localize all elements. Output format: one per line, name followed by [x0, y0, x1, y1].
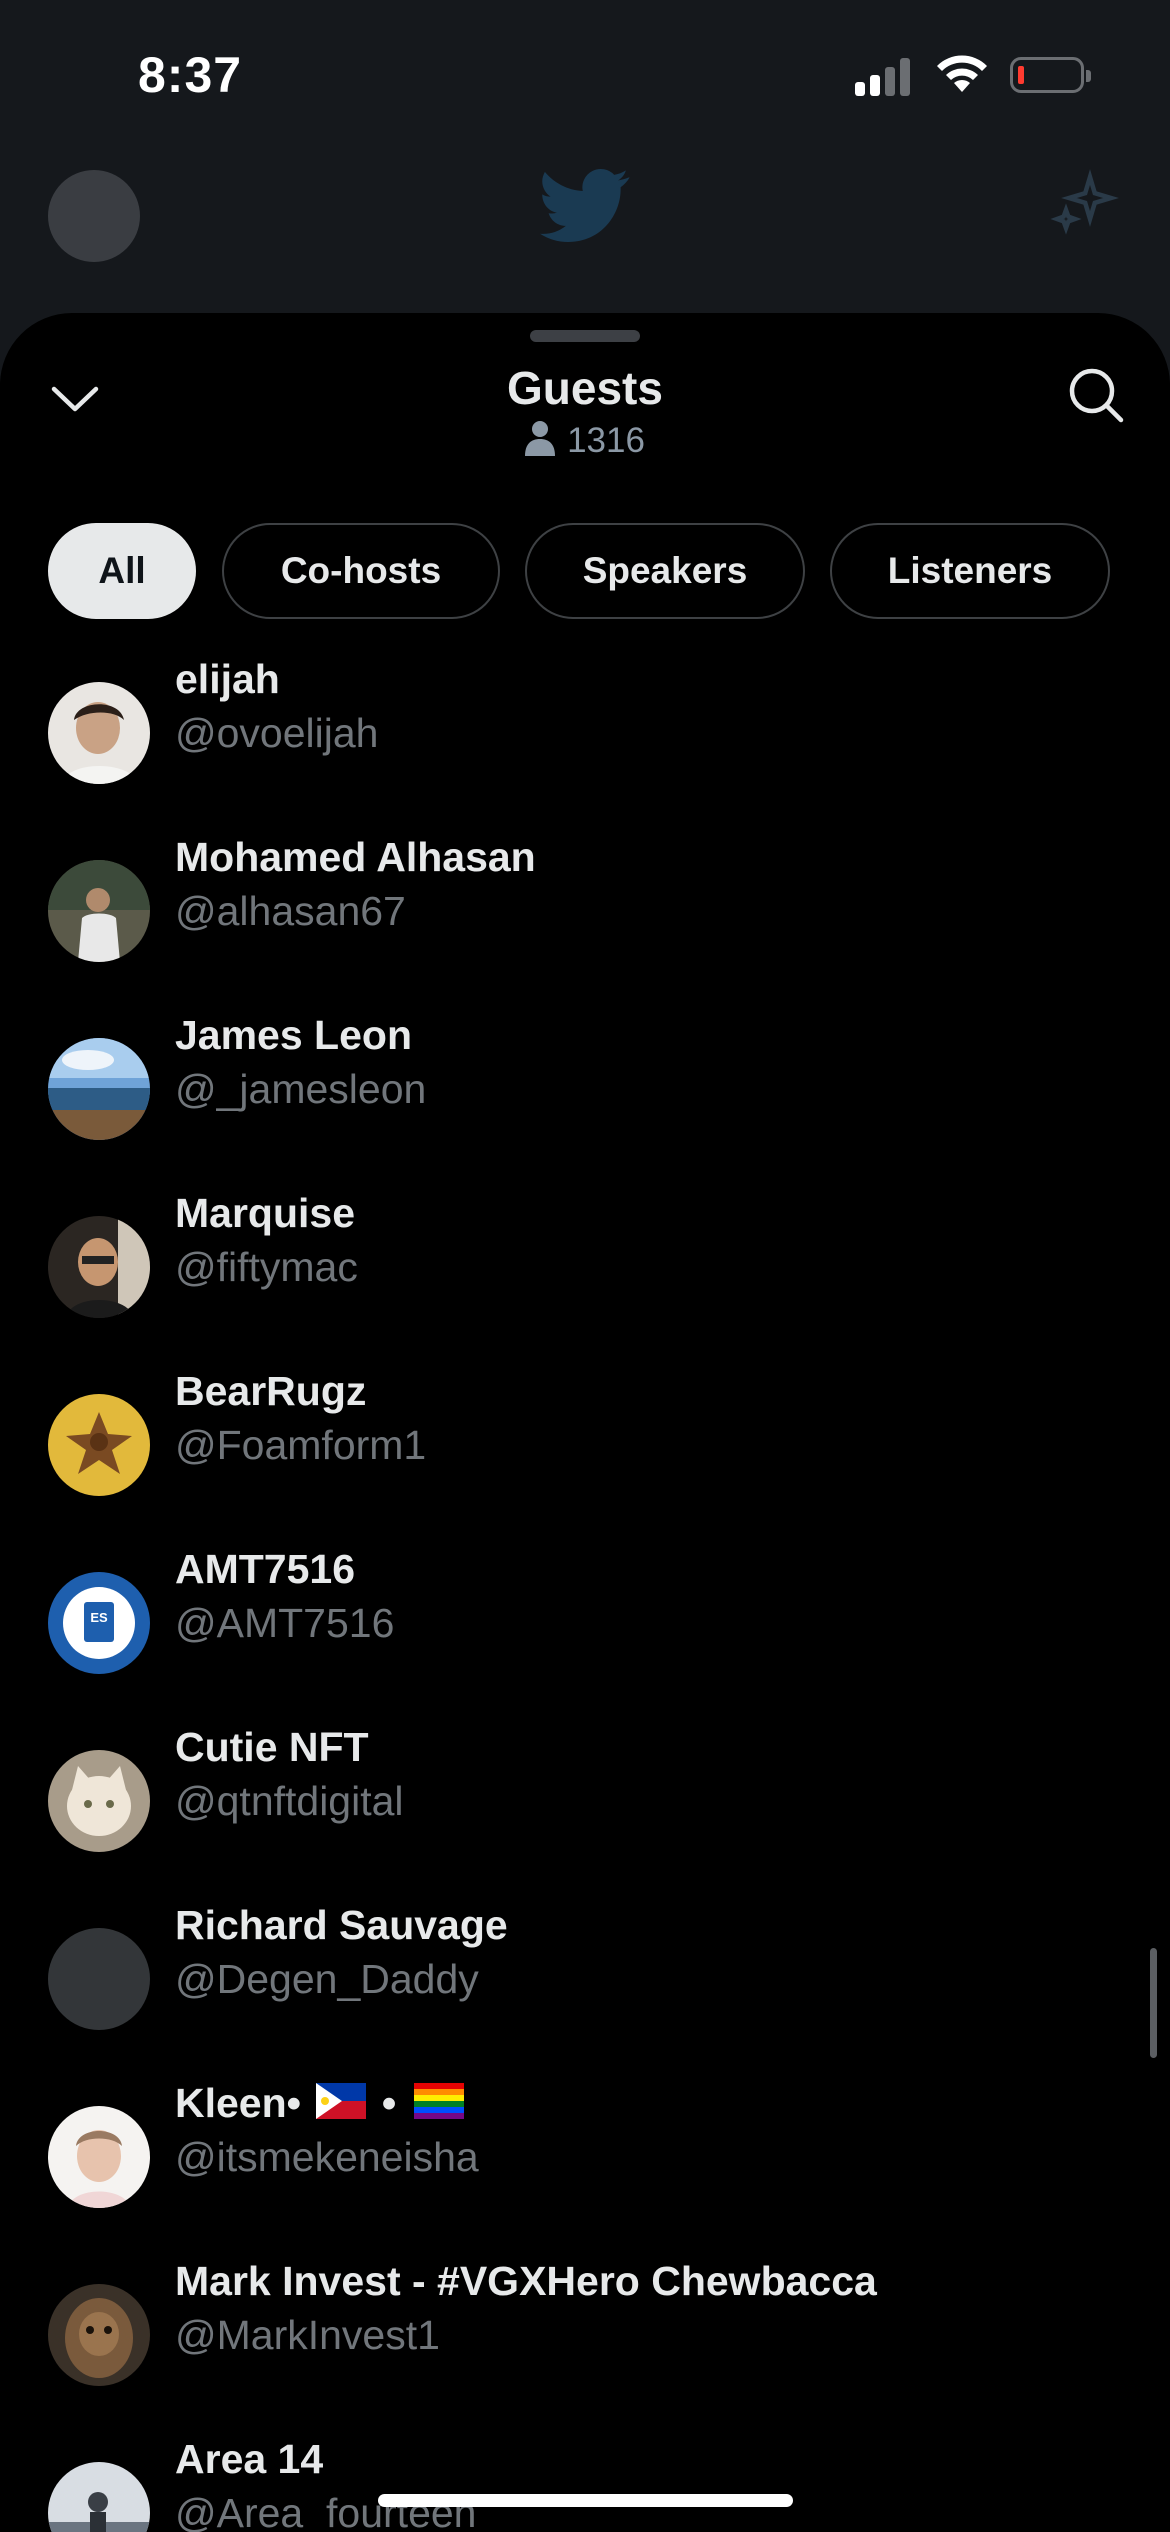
guest-handle: @qtnftdigital: [175, 1778, 404, 1824]
status-bar: 8:37: [0, 0, 1170, 150]
guest-name-row: Kleen• •: [175, 2080, 464, 2129]
search-icon[interactable]: [1066, 365, 1126, 425]
svg-text:ES: ES: [90, 1610, 108, 1625]
guest-handle: @alhasan67: [175, 888, 406, 934]
sheet-title: Guests: [507, 362, 663, 414]
guest-row[interactable]: elijah @ovoelijah: [0, 656, 1170, 836]
avatar: [48, 1038, 150, 1140]
rainbow-flag-icon: [413, 2082, 464, 2129]
guest-name: AMT7516: [175, 1546, 356, 1592]
filter-tabs: All Co-hosts Speakers Listeners: [0, 523, 1170, 623]
guest-name: Kleen•: [175, 2080, 302, 2126]
guest-handle: @AMT7516: [175, 1600, 395, 1646]
sheet-grabber[interactable]: [530, 330, 640, 342]
guest-row[interactable]: Mark Invest - #VGXHero Chewbacca @MarkIn…: [0, 2258, 1170, 2438]
tab-listeners[interactable]: Listeners: [830, 523, 1110, 619]
guest-row[interactable]: Cutie NFT @qtnftdigital: [0, 1724, 1170, 1904]
guest-handle: @itsmekeneisha: [175, 2134, 479, 2180]
status-time: 8:37: [138, 47, 243, 103]
person-icon: [525, 421, 556, 456]
guest-handle: @Degen_Daddy: [175, 1956, 479, 2002]
guest-name: BearRugz: [175, 1368, 367, 1414]
guest-name: Richard Sauvage: [175, 1902, 508, 1948]
guests-sheet: Guests 1316 All Co-hosts Speakers Listen…: [0, 313, 1170, 2532]
avatar: [48, 1750, 150, 1852]
twitter-bird-icon: [540, 168, 630, 242]
tab-all[interactable]: All: [48, 523, 196, 619]
guest-handle: @_jamesleon: [175, 1066, 427, 1112]
guest-row[interactable]: Richard Sauvage @Degen_Daddy: [0, 1902, 1170, 2082]
philippines-flag-icon: [316, 2082, 367, 2129]
guest-row[interactable]: Kleen• • @itsmekeneisha: [0, 2080, 1170, 2260]
guest-handle: @fiftymac: [175, 1244, 358, 1290]
tab-co-hosts[interactable]: Co-hosts: [222, 523, 500, 619]
avatar: [48, 2106, 150, 2208]
guest-name: elijah: [175, 656, 280, 702]
guest-row[interactable]: BearRugz @Foamform1: [0, 1368, 1170, 1548]
avatar: [48, 1928, 150, 2030]
sparkle-icon: [1050, 169, 1119, 235]
guest-name-separator: •: [381, 2080, 397, 2126]
avatar: [48, 860, 150, 962]
cellular-signal-icon: [855, 58, 915, 96]
guest-handle: @ovoelijah: [175, 710, 379, 756]
scrollbar[interactable]: [1150, 1948, 1157, 2058]
guest-handle: @Foamform1: [175, 1422, 427, 1468]
bg-profile-avatar: [48, 170, 140, 262]
guest-row[interactable]: James Leon @_jamesleon: [0, 1012, 1170, 1192]
guest-count: 1316: [0, 420, 1170, 461]
guest-name: Area 14: [175, 2436, 324, 2482]
guest-name: James Leon: [175, 1012, 412, 1058]
battery-icon: [1010, 57, 1091, 93]
guest-name: Marquise: [175, 1190, 355, 1236]
avatar: ES: [48, 1572, 150, 1674]
home-indicator[interactable]: [378, 2494, 793, 2507]
guest-name: Cutie NFT: [175, 1724, 369, 1770]
guest-name: Mohamed Alhasan: [175, 834, 536, 880]
guest-row[interactable]: Marquise @fiftymac: [0, 1190, 1170, 1370]
wifi-icon: [937, 55, 987, 92]
avatar: [48, 2462, 150, 2532]
guest-count-value: 1316: [567, 421, 645, 460]
guest-row[interactable]: ES AMT7516 @AMT7516: [0, 1546, 1170, 1726]
avatar: [48, 2284, 150, 2386]
guest-name: Mark Invest - #VGXHero Chewbacca: [175, 2258, 877, 2304]
guest-handle: @MarkInvest1: [175, 2312, 440, 2358]
avatar: [48, 1216, 150, 1318]
avatar: [48, 1394, 150, 1496]
guest-row[interactable]: Area 14 @Area_fourteen: [0, 2436, 1170, 2532]
tab-speakers[interactable]: Speakers: [525, 523, 805, 619]
guest-row[interactable]: Mohamed Alhasan @alhasan67: [0, 834, 1170, 1014]
avatar: [48, 682, 150, 784]
